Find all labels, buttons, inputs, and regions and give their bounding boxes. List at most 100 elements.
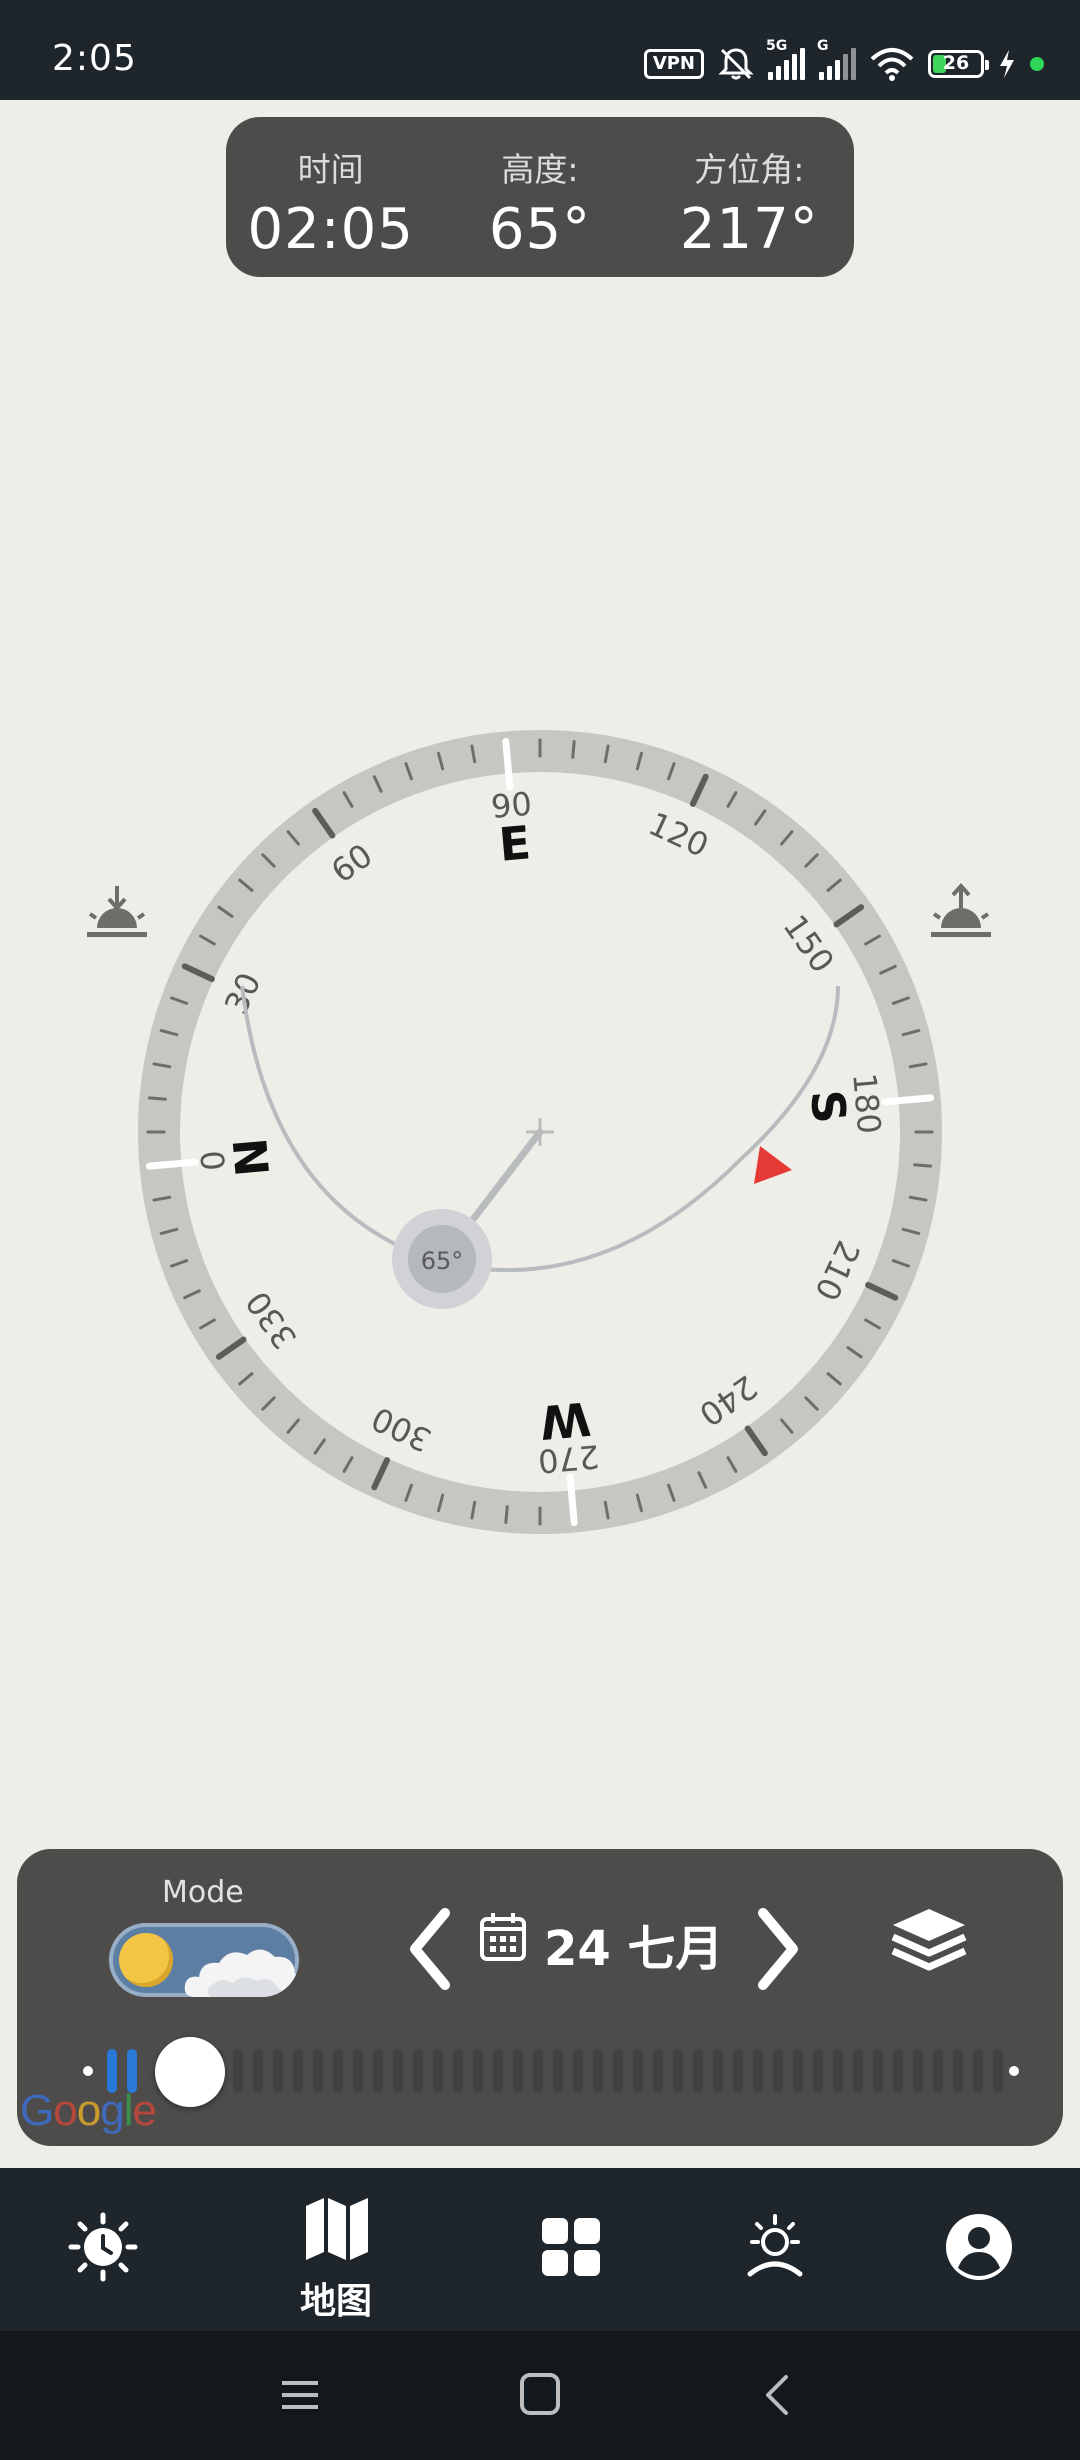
map-icon xyxy=(306,2198,368,2260)
slider-tick xyxy=(853,2049,863,2093)
slider-tick xyxy=(573,2049,583,2093)
cardinal-north: N xyxy=(223,1136,280,1179)
battery-icon: 26 xyxy=(928,50,989,78)
slider-start-dot xyxy=(83,2066,93,2076)
profile-icon xyxy=(946,2214,1012,2280)
slider-tick xyxy=(433,2049,443,2093)
status-bar: 2:05 VPN 5G G 26 xyxy=(0,0,1080,100)
slider-tick xyxy=(873,2049,883,2093)
slider-tick xyxy=(333,2049,343,2093)
slider-tick xyxy=(953,2049,963,2093)
nav-item-sun-time[interactable] xyxy=(32,2168,172,2331)
signal-g-icon: G xyxy=(817,38,856,80)
charging-icon xyxy=(1000,50,1014,78)
sun-horizon-icon xyxy=(747,2214,803,2277)
layers-icon[interactable] xyxy=(889,1905,969,1975)
slider-tick xyxy=(793,2049,803,2093)
compass-tick xyxy=(504,1505,509,1525)
slider-tick xyxy=(473,2049,483,2093)
nav-item-apps[interactable] xyxy=(500,2168,640,2331)
bell-muted-icon xyxy=(718,48,754,80)
slider-tick xyxy=(773,2049,783,2093)
slider-tick xyxy=(493,2049,503,2093)
slider-tick xyxy=(373,2049,383,2093)
slider-ticks xyxy=(213,2049,1003,2093)
time-slider[interactable] xyxy=(63,2035,1023,2107)
altitude-column: 高度: 65° xyxy=(435,117,644,277)
slider-tick xyxy=(673,2049,683,2093)
compass-tick xyxy=(913,1163,933,1168)
cardinal-west: W xyxy=(538,1391,593,1449)
back-icon[interactable] xyxy=(748,2369,808,2421)
status-time: 2:05 xyxy=(52,38,137,79)
home-icon[interactable] xyxy=(510,2369,570,2421)
slider-tick xyxy=(353,2049,363,2093)
altitude-label: 高度: xyxy=(501,150,579,189)
slider-tick xyxy=(413,2049,423,2093)
nav-item-map[interactable]: 地图 xyxy=(266,2168,406,2331)
slider-tick xyxy=(593,2049,603,2093)
slider-tick xyxy=(713,2049,723,2093)
cardinal-south: S xyxy=(800,1088,857,1126)
compass-tick xyxy=(502,737,514,791)
slider-tick xyxy=(733,2049,743,2093)
slider-tick xyxy=(233,2049,243,2093)
slider-tick xyxy=(913,2049,923,2093)
slider-tick xyxy=(653,2049,663,2093)
slider-knob[interactable] xyxy=(154,2037,225,2107)
nav-label-map: 地图 xyxy=(299,2281,372,2322)
slider-tick xyxy=(513,2049,523,2093)
sun-info-card: 时间 02:05 高度: 65° 方位角: 217° xyxy=(226,117,854,277)
slider-tick xyxy=(313,2049,323,2093)
next-date-button[interactable] xyxy=(741,1899,811,1999)
signal-5g-icon: 5G xyxy=(766,38,805,80)
mode-toggle[interactable] xyxy=(109,1923,299,1997)
slider-tick xyxy=(813,2049,823,2093)
sun-altitude-label: 65° xyxy=(421,1247,464,1275)
compass-tick xyxy=(147,1096,167,1101)
system-nav-bar xyxy=(0,2331,1080,2460)
slider-tick xyxy=(293,2049,303,2093)
mode-label: Mode xyxy=(162,1875,244,1910)
altitude-value: 65° xyxy=(488,197,592,262)
control-panel: Mode 24 七月 xyxy=(17,1849,1063,2146)
slider-end-dot xyxy=(1009,2066,1019,2076)
compass-tick xyxy=(571,739,576,759)
sun-clock-icon xyxy=(68,2212,138,2282)
slider-tick xyxy=(553,2049,563,2093)
wifi-icon xyxy=(870,48,914,81)
slider-tick xyxy=(613,2049,623,2093)
azimuth-value: 217° xyxy=(679,197,819,262)
time-label: 时间 xyxy=(297,150,364,189)
compass-dial[interactable]: 0306090 120150180210240270300330 NESW 65° xyxy=(0,650,1080,1610)
calendar-icon[interactable] xyxy=(479,1911,527,1963)
slider-tick xyxy=(693,2049,703,2093)
slider-tick xyxy=(893,2049,903,2093)
slider-tick xyxy=(533,2049,543,2093)
azimuth-column: 方位角: 217° xyxy=(645,117,854,277)
compass-tick xyxy=(566,1473,578,1527)
slider-tick xyxy=(273,2049,283,2093)
previous-date-button[interactable] xyxy=(397,1899,467,1999)
sun-marker[interactable]: 65° xyxy=(392,1209,492,1309)
slider-tick xyxy=(253,2049,263,2093)
vpn-badge: VPN xyxy=(643,49,704,79)
nav-item-profile[interactable] xyxy=(908,2168,1048,2331)
google-logo: Google xyxy=(20,2086,157,2135)
grid-icon xyxy=(542,2218,600,2276)
sun-icon xyxy=(119,1933,173,1987)
slider-tick xyxy=(453,2049,463,2093)
slider-tick xyxy=(973,2049,983,2093)
time-value: 02:05 xyxy=(247,197,414,262)
slider-tick xyxy=(393,2049,403,2093)
privacy-indicator xyxy=(1030,57,1044,71)
slider-tick xyxy=(833,2049,843,2093)
nav-item-sun-position[interactable] xyxy=(704,2168,844,2331)
compass-tick xyxy=(881,1094,935,1106)
current-date[interactable]: 24 七月 xyxy=(544,1909,724,1979)
compass-tick xyxy=(145,1158,199,1170)
menu-icon[interactable] xyxy=(270,2369,330,2421)
slider-tick xyxy=(993,2049,1003,2093)
slider-tick xyxy=(753,2049,763,2093)
bottom-nav: 地图 xyxy=(0,2168,1080,2331)
